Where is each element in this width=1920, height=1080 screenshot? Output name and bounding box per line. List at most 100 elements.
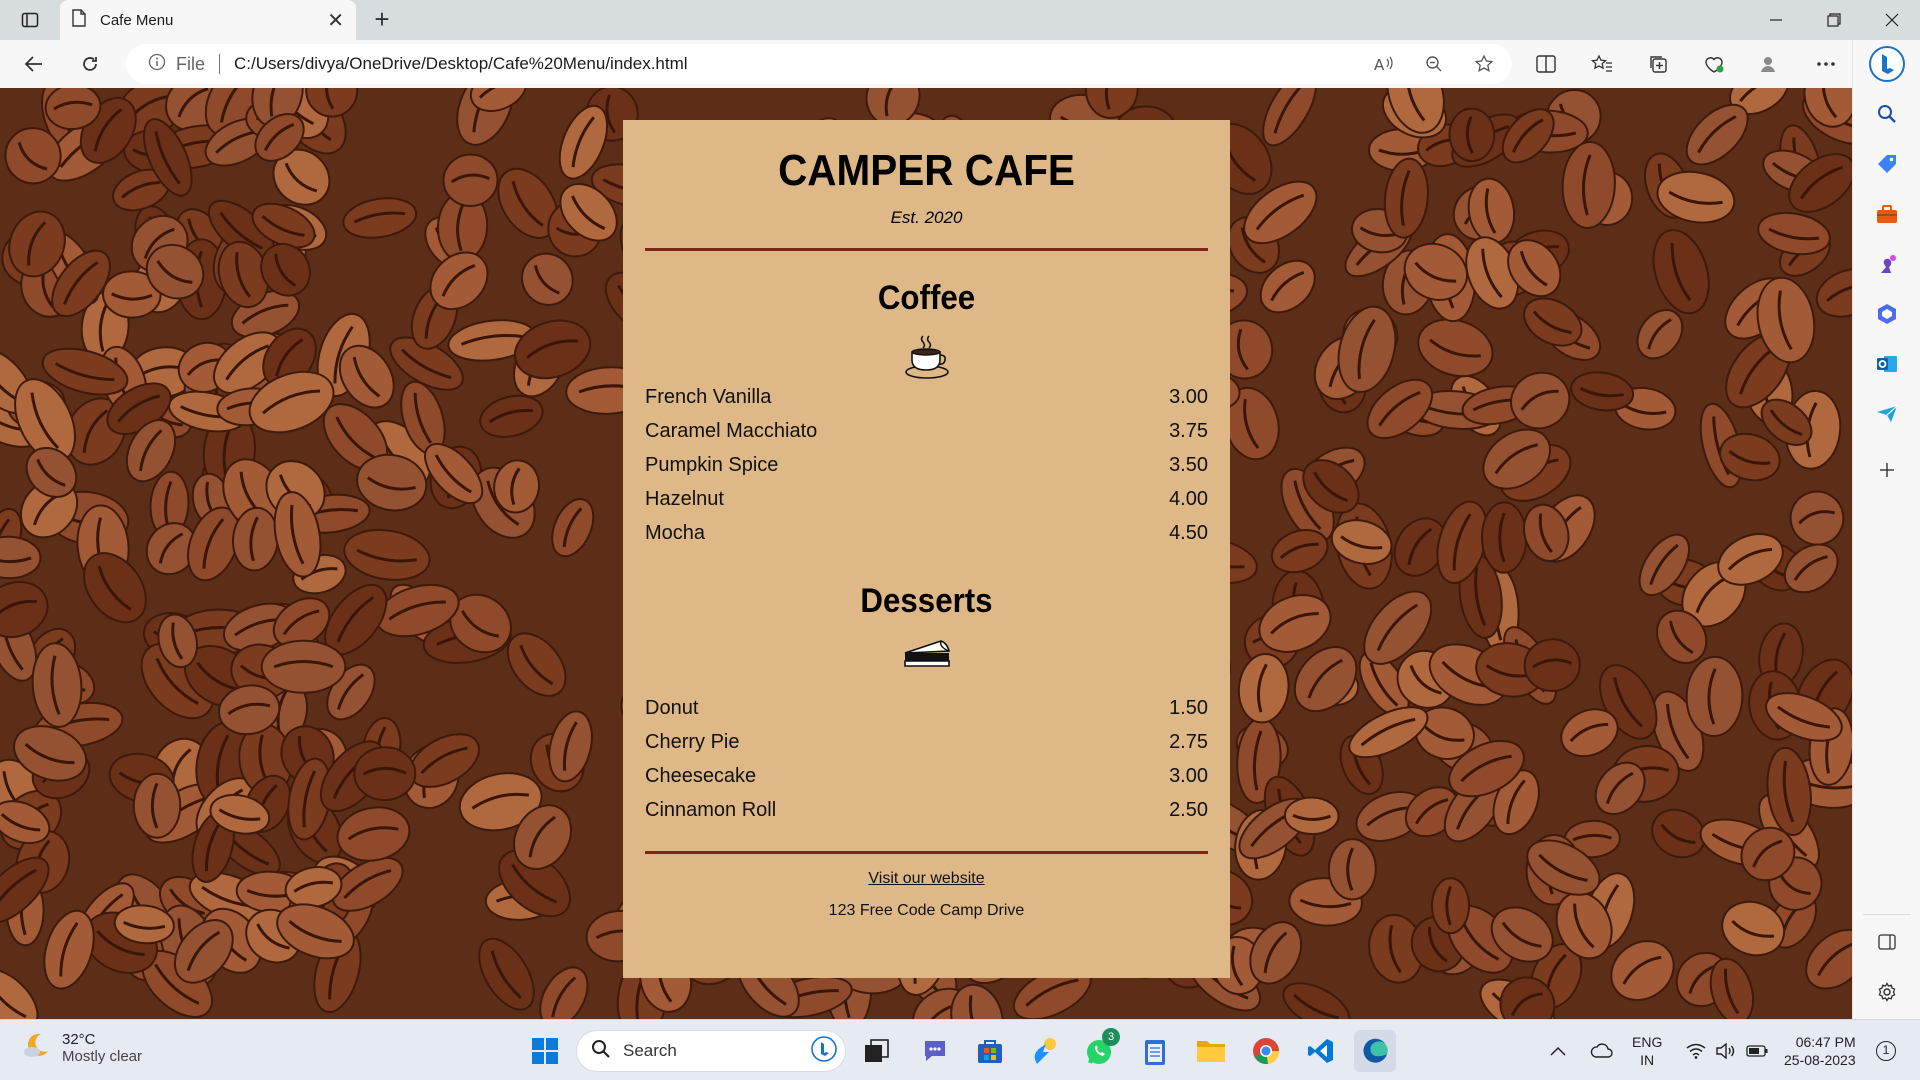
sidebar-settings-gear-icon[interactable] bbox=[1869, 974, 1905, 1010]
minimize-button[interactable] bbox=[1748, 0, 1804, 40]
moon-cloud-icon bbox=[22, 1030, 52, 1065]
menu-item: Cheesecake 3.00 bbox=[645, 759, 1208, 793]
close-window-button[interactable] bbox=[1864, 0, 1920, 40]
weather-temperature: 32°C bbox=[62, 1030, 96, 1048]
clock-time: 06:47 PM bbox=[1795, 1033, 1856, 1050]
read-aloud-icon[interactable]: A bbox=[1368, 48, 1400, 80]
new-tab-button[interactable]: + bbox=[366, 4, 398, 36]
tab-title: Cafe Menu bbox=[100, 11, 174, 29]
split-screen-icon[interactable] bbox=[1528, 46, 1564, 82]
menu-item: Mocha 4.50 bbox=[645, 516, 1208, 550]
edge-browser-icon[interactable] bbox=[1354, 1030, 1396, 1072]
hide-sidebar-icon[interactable] bbox=[1869, 924, 1905, 960]
search-icon[interactable] bbox=[1869, 96, 1905, 132]
close-tab-icon[interactable]: ✕ bbox=[327, 8, 344, 33]
dessert-items: Donut 1.50 Cherry Pie 2.75 Cheesecake 3.00 … bbox=[645, 691, 1208, 827]
bing-search-icon bbox=[811, 1035, 837, 1067]
battery-icon[interactable] bbox=[1746, 1020, 1768, 1080]
tab-cafe-menu[interactable]: Cafe Menu ✕ bbox=[60, 0, 356, 40]
zoom-out-icon[interactable] bbox=[1418, 48, 1450, 80]
tools-briefcase-icon[interactable] bbox=[1869, 196, 1905, 232]
vscode-icon[interactable] bbox=[1300, 1030, 1342, 1072]
item-name: Cinnamon Roll bbox=[645, 799, 777, 821]
address-bar[interactable]: File C:/Users/divya/OneDrive/Desktop/Caf… bbox=[126, 44, 1512, 84]
browser-essentials-icon[interactable] bbox=[1696, 46, 1732, 82]
notification-center[interactable]: 1 bbox=[1876, 1020, 1896, 1080]
show-hidden-icons-chevron-icon[interactable] bbox=[1550, 1020, 1566, 1080]
coffee-section: Coffee French Vanilla 3.00 Caramel Macchi… bbox=[645, 279, 1208, 550]
refresh-button[interactable] bbox=[72, 46, 108, 82]
language-code: ENG bbox=[1632, 1033, 1663, 1050]
menu-item: Cinnamon Roll 2.50 bbox=[645, 793, 1208, 827]
microsoft-store-icon[interactable] bbox=[969, 1030, 1011, 1072]
desserts-heading: Desserts bbox=[860, 582, 993, 620]
info-icon[interactable] bbox=[148, 53, 166, 76]
menu-footer: Visit our website 123 Free Code Camp Dri… bbox=[645, 854, 1208, 920]
address-separator bbox=[219, 54, 221, 74]
volume-icon[interactable] bbox=[1716, 1020, 1736, 1080]
item-name: Cheesecake bbox=[645, 765, 757, 787]
tab-actions-icon[interactable] bbox=[12, 6, 48, 34]
website-link[interactable]: Visit our website bbox=[868, 870, 984, 888]
restore-button[interactable] bbox=[1806, 0, 1862, 40]
weather-text: 32°C Mostly clear bbox=[62, 1031, 142, 1065]
file-explorer-icon[interactable] bbox=[1190, 1030, 1232, 1072]
language-indicator[interactable]: ENG IN bbox=[1632, 1020, 1662, 1080]
language-text: ENG IN bbox=[1632, 1033, 1662, 1069]
tab-strip: Cafe Menu ✕ + bbox=[0, 0, 1920, 40]
item-name: Cherry Pie bbox=[645, 731, 740, 753]
navigation-bar: File C:/Users/divya/OneDrive/Desktop/Caf… bbox=[0, 40, 1920, 88]
weather-app-icon[interactable] bbox=[1024, 1030, 1066, 1072]
profile-avatar-icon[interactable] bbox=[1750, 46, 1786, 82]
item-price: 4.00 bbox=[1169, 488, 1208, 510]
task-view-icon[interactable] bbox=[856, 1030, 898, 1072]
coffee-bean bbox=[353, 746, 417, 802]
clock[interactable]: 06:47 PM 25-08-2023 bbox=[1784, 1020, 1856, 1080]
search-placeholder: Search bbox=[623, 1041, 677, 1060]
item-price: 3.00 bbox=[1169, 765, 1208, 787]
teams-chat-icon[interactable] bbox=[914, 1030, 956, 1072]
page-document-icon bbox=[72, 8, 86, 32]
wifi-icon[interactable] bbox=[1686, 1020, 1706, 1080]
established-text: Est. 2020 bbox=[890, 208, 963, 227]
taskbar-search[interactable]: Search bbox=[576, 1030, 846, 1072]
coffee-items: French Vanilla 3.00 Caramel Macchiato 3.75… bbox=[645, 380, 1208, 550]
notification-count-badge: 1 bbox=[1876, 1040, 1896, 1061]
chrome-icon[interactable] bbox=[1245, 1030, 1287, 1072]
sidebar-divider bbox=[1863, 914, 1911, 915]
bing-copilot-icon[interactable] bbox=[1869, 46, 1905, 82]
item-price: 3.50 bbox=[1169, 454, 1208, 476]
windows-start-icon[interactable] bbox=[524, 1030, 566, 1072]
onedrive-cloud-icon[interactable] bbox=[1590, 1020, 1614, 1080]
menu-item: Cherry Pie 2.75 bbox=[645, 725, 1208, 759]
add-sidebar-app-icon[interactable] bbox=[1869, 452, 1905, 488]
settings-more-icon[interactable] bbox=[1808, 46, 1844, 82]
microsoft-365-icon[interactable] bbox=[1869, 296, 1905, 332]
item-name: Caramel Macchiato bbox=[645, 420, 818, 442]
top-divider bbox=[645, 248, 1208, 251]
coffee-bean bbox=[1327, 838, 1377, 901]
coffee-bean bbox=[1448, 107, 1496, 163]
pie-slice-icon bbox=[645, 635, 1208, 683]
page-viewport: CAMPER CAFE Est. 2020 Coffee French Vani… bbox=[0, 88, 1852, 1019]
favorite-star-icon[interactable] bbox=[1468, 48, 1500, 80]
back-button[interactable] bbox=[16, 46, 52, 82]
menu-item: Hazelnut 4.00 bbox=[645, 482, 1208, 516]
notepad-icon[interactable] bbox=[1134, 1030, 1176, 1072]
games-icon[interactable] bbox=[1869, 246, 1905, 282]
whatsapp-icon[interactable]: 3 bbox=[1078, 1028, 1120, 1072]
collections-icon[interactable] bbox=[1640, 46, 1676, 82]
coffee-heading: Coffee bbox=[877, 279, 976, 317]
file-scheme-label: File bbox=[176, 53, 206, 74]
url-text[interactable]: C:/Users/divya/OneDrive/Desktop/Cafe%20M… bbox=[234, 54, 688, 74]
address-text: 123 Free Code Camp Drive bbox=[828, 902, 1025, 919]
outlook-icon[interactable] bbox=[1869, 346, 1905, 382]
favorites-icon[interactable] bbox=[1584, 46, 1620, 82]
coffee-bean bbox=[260, 639, 347, 694]
drop-send-icon[interactable] bbox=[1869, 396, 1905, 432]
item-price: 2.50 bbox=[1169, 799, 1208, 821]
weather-widget[interactable]: 32°C Mostly clear bbox=[22, 1030, 142, 1065]
shopping-tag-icon[interactable] bbox=[1869, 146, 1905, 182]
item-price: 4.50 bbox=[1169, 522, 1208, 544]
svg-text:A: A bbox=[1374, 56, 1385, 73]
